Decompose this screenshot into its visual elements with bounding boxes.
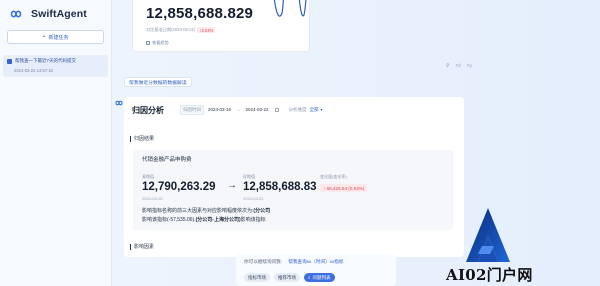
date-range-label: 归因时间: [180, 104, 204, 115]
metric-value: 12,858,688.829: [146, 5, 254, 22]
start-date[interactable]: 2024-03-16: [208, 107, 231, 112]
result-box: 代销金融产品申购费 基期值 12,790,263.29 2024-03-16 →…: [133, 150, 453, 230]
current-value: 12,858,688.83: [243, 181, 317, 193]
compare-pct-badge: ↑2.24%: [197, 27, 216, 33]
feedback-toolbar: ⚲ 👍︎ 👎︎: [446, 63, 472, 69]
followup-link[interactable]: 帮我查询xx（时间）xx指标: [288, 259, 343, 264]
insight-line-2: 影响该指标(-57,535.06),(分公司-上海分公司)影响该指标: [142, 216, 266, 223]
insight-line-1-bold: (分公司: [253, 208, 271, 214]
followup-prompt: 你可以继续询问我:: [244, 259, 283, 264]
section-marker: [130, 135, 131, 142]
infinity-logo-icon: [10, 10, 22, 18]
view-trend-link[interactable]: 查看趋势: [146, 40, 169, 46]
trend-sparkline: [273, 0, 307, 17]
plus-icon: +: [42, 34, 46, 40]
search-icon: ⌕: [308, 275, 311, 280]
insight-line-1: 影响指标名称的前三大因素与对应影响幅度依次为:(分公司: [142, 207, 270, 214]
date-range-picker[interactable]: 归因时间 2024-03-16 → 2024-03-22 分析维度 全部 ▼: [180, 104, 323, 115]
arrow-right-icon: →: [227, 180, 237, 191]
document-icon: [7, 58, 12, 64]
insight-line-2-bold: (分公司-上海分公司): [195, 217, 241, 223]
thumbs-down-icon[interactable]: 👎︎: [467, 63, 472, 69]
watermark-logo-icon: [466, 208, 510, 262]
followup-prompt-line: 你可以继续询问我: 帮我查询xx（时间）xx指标: [244, 259, 343, 265]
suggestion-chip[interactable]: 帮我做近分数据的数据解读: [124, 77, 192, 87]
compare-line: 对比基准日期(2024-03-21) ↑2.24%: [146, 27, 216, 33]
base-value: 12,790,263.29: [142, 181, 216, 193]
watermark-text: AI02门户网: [446, 266, 533, 284]
question-list-button[interactable]: ⌕ 问题列表: [304, 273, 335, 282]
section-factors-label: 影响因素: [134, 244, 155, 250]
card-title: 归因分析: [132, 106, 164, 115]
current-date: 2024-03-22: [243, 196, 264, 201]
section-marker: [130, 243, 131, 250]
insight-line-2-suffix: 影响该指标: [240, 217, 266, 223]
dimension-select[interactable]: 全部: [310, 107, 319, 113]
chart-icon: [146, 41, 150, 45]
date-separator: →: [236, 107, 241, 112]
history-item[interactable]: 帮我查一下最近7天的代码提交 2024-03-22 14:57:16: [3, 55, 108, 77]
attribution-card: 归因分析 归因时间 2024-03-16 → 2024-03-22 分析维度 全…: [124, 97, 464, 257]
followup-buttons: 指标市场 推荐市场 ⌕ 问题列表: [244, 273, 335, 282]
thumbs-up-icon[interactable]: 👍︎: [456, 63, 461, 69]
compare-text: 对比基准日期(2024-03-21): [146, 27, 196, 32]
question-list-label: 问题列表: [312, 274, 331, 280]
product-name: 代销金融产品申购费: [142, 157, 192, 163]
change-label: 变化量(变化率): [320, 174, 347, 179]
section-factors-heading: 影响因素: [130, 243, 154, 250]
end-date[interactable]: 2024-03-22: [246, 107, 269, 112]
calendar-icon[interactable]: [274, 107, 279, 112]
section-result-heading: 归因结果: [130, 135, 154, 142]
view-trend-label: 查看趋势: [152, 40, 169, 45]
base-label: 基期值: [142, 174, 154, 179]
history-item-title: 帮我查一下最近7天的代码提交: [15, 58, 77, 63]
insight-line-2-text: 影响该指标(-57,535.06),: [142, 217, 196, 223]
metric-card: 12,858,688.829 对比基准日期(2024-03-21) ↑2.24%…: [132, 0, 310, 52]
app-name: SwiftAgent: [31, 8, 87, 20]
base-date: 2024-03-16: [142, 196, 163, 201]
insight-line-1-text: 影响指标名称的前三大因素与对应影响幅度依次为:: [142, 208, 254, 214]
watermark: AI02门户网: [444, 206, 594, 286]
sidebar: SwiftAgent + 新建任务 帮我查一下最近7天的代码提交 2024-03…: [0, 0, 112, 286]
app-logo[interactable]: SwiftAgent: [0, 0, 111, 22]
section-result-label: 归因结果: [134, 136, 155, 142]
new-task-label: 新建任务: [48, 34, 69, 41]
new-task-button[interactable]: + 新建任务: [7, 30, 104, 44]
chevron-down-icon[interactable]: ▼: [320, 108, 323, 112]
metric-market-button[interactable]: 指标市场: [244, 273, 270, 282]
dimension-label: 分析维度: [288, 106, 307, 112]
history-item-time: 2024-03-22 14:57:16: [14, 68, 53, 73]
pin-icon[interactable]: ⚲: [446, 63, 450, 69]
followup-panel: 你可以继续询问我: 帮我查询xx（时间）xx指标 指标市场 推荐市场 ⌕ 问题列…: [236, 254, 396, 286]
current-label: 现期值: [243, 174, 255, 179]
recommend-market-button[interactable]: 推荐市场: [274, 273, 300, 282]
change-badge: ↑ 68,425.54 (0.53%): [320, 184, 368, 192]
